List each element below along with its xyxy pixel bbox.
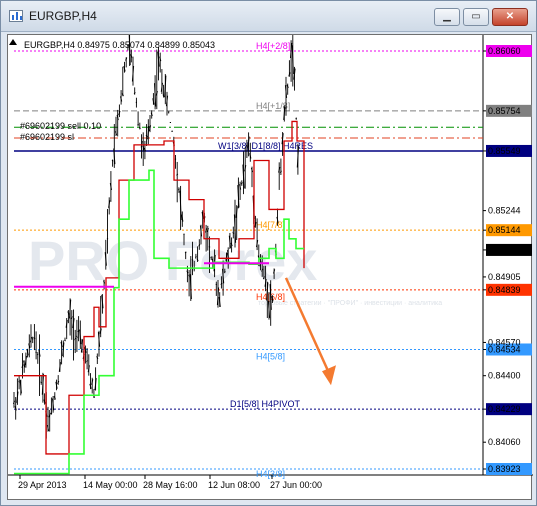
close-icon: ✕ bbox=[505, 11, 515, 22]
y-tick-label: 0.84400 bbox=[488, 371, 521, 381]
maximize-icon: ▭ bbox=[471, 11, 481, 22]
y-tick-label: 0.84570 bbox=[488, 337, 521, 347]
close-button[interactable]: ✕ bbox=[492, 8, 528, 26]
price-badge-text: 0.84229 bbox=[488, 404, 521, 414]
trade-label: #69602199 sl bbox=[20, 132, 74, 142]
candle-body bbox=[35, 351, 37, 354]
candle-body bbox=[127, 44, 129, 47]
candle-body bbox=[208, 246, 211, 248]
chart-area[interactable]: EURGBP,H4 0.84975 0.85074 0.84899 0.8504… bbox=[7, 34, 533, 501]
price-badge-text: 0.86060 bbox=[488, 46, 521, 56]
x-tick-label: 12 Jun 08:00 bbox=[208, 480, 260, 490]
watermark: PRO Forex bbox=[28, 229, 317, 292]
trade-label: #69602199 sell 0.10 bbox=[20, 121, 101, 131]
price-badge-text: 0.84839 bbox=[488, 285, 521, 295]
watermark-subtitle: торговые стратегии · "ПРОФИ" · инвестици… bbox=[258, 300, 442, 307]
support-step-line bbox=[14, 169, 304, 475]
level-label: H4[5/8] bbox=[256, 351, 285, 361]
level-label: H4[+2/8] bbox=[256, 41, 290, 51]
window-title: EURGBP,H4 bbox=[29, 9, 97, 23]
x-tick-label: 27 Jun 00:00 bbox=[270, 480, 322, 490]
price-badge-text: 0.85549 bbox=[488, 146, 521, 156]
title-bar[interactable]: EURGBP,H4 ▁ ▭ ✕ bbox=[1, 1, 536, 32]
forecast-arrow-shaft bbox=[284, 277, 332, 376]
price-badge-text: 0.85144 bbox=[488, 225, 521, 235]
collapse-triangle-icon bbox=[9, 39, 17, 45]
x-tick-label: 28 May 16:00 bbox=[143, 480, 198, 490]
chart-window: EURGBP,H4 ▁ ▭ ✕ EURGBP,H4 0.84975 0.8507… bbox=[0, 0, 537, 506]
minimize-button[interactable]: ▁ bbox=[434, 8, 460, 26]
chart-icon bbox=[9, 10, 23, 22]
x-tick-label: 14 May 00:00 bbox=[83, 480, 138, 490]
y-tick-label: 0.84905 bbox=[488, 272, 521, 282]
price-badge-text: 0.85754 bbox=[488, 106, 521, 116]
price-badge-text: 0.83923 bbox=[488, 464, 521, 474]
level-label: H4[3/8] bbox=[256, 469, 285, 479]
forecast-arrowhead bbox=[322, 365, 336, 386]
minimize-icon: ▁ bbox=[443, 11, 451, 22]
price-chart[interactable]: EURGBP,H4 0.84975 0.85074 0.84899 0.8504… bbox=[8, 35, 533, 501]
current-price-text: 0.85043 bbox=[488, 245, 521, 255]
y-tick-label: 0.85244 bbox=[488, 206, 521, 216]
level-label: D1[5/8] H4PIVOT bbox=[230, 399, 301, 409]
level-label: H4[7/8] bbox=[256, 220, 285, 230]
maximize-button[interactable]: ▭ bbox=[463, 8, 489, 26]
candle-body bbox=[50, 412, 53, 415]
x-tick-label: 29 Apr 2013 bbox=[18, 480, 67, 490]
chart-header: EURGBP,H4 0.84975 0.85074 0.84899 0.8504… bbox=[24, 40, 215, 50]
y-tick-label: 0.84060 bbox=[488, 437, 521, 447]
